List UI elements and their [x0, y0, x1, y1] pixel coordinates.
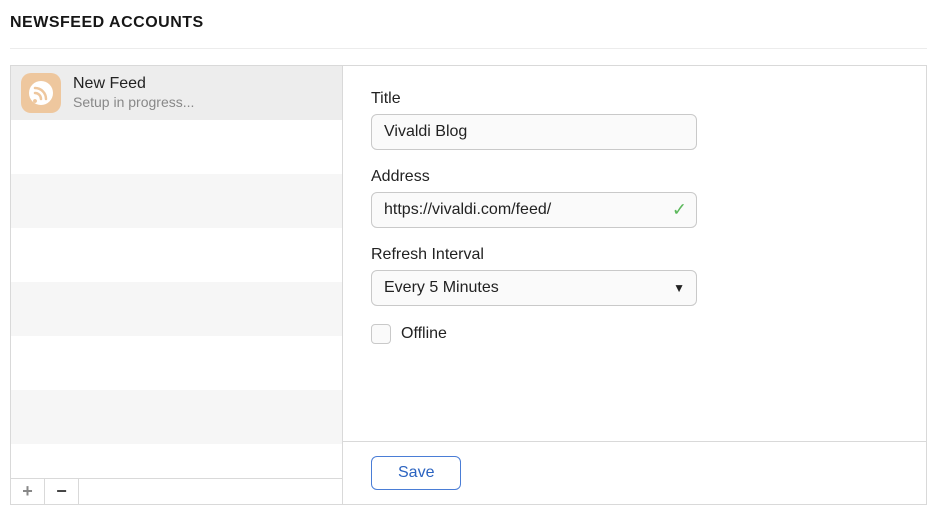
table-row — [11, 282, 342, 336]
address-input[interactable] — [371, 192, 697, 228]
offline-group: Offline — [371, 324, 898, 344]
refresh-select-wrap: Every 5 Minutes ▼ — [371, 270, 697, 306]
feed-item-subtitle: Setup in progress... — [73, 94, 194, 112]
accounts-panel: New Feed Setup in progress... + − Title — [10, 65, 927, 505]
offline-label[interactable]: Offline — [401, 325, 447, 343]
feed-list: New Feed Setup in progress... + − — [11, 66, 343, 504]
table-row — [11, 336, 342, 390]
add-feed-button[interactable]: + — [11, 479, 45, 504]
table-row — [11, 174, 342, 228]
remove-feed-button[interactable]: − — [45, 479, 79, 504]
refresh-label: Refresh Interval — [371, 246, 898, 264]
save-button[interactable]: Save — [371, 456, 461, 490]
refresh-group: Refresh Interval Every 5 Minutes ▼ — [371, 246, 898, 306]
address-input-wrap: ✓ — [371, 192, 697, 228]
table-row — [11, 390, 342, 444]
feed-form: Title Address ✓ Refresh Interval Every 5… — [343, 66, 926, 504]
address-label: Address — [371, 168, 898, 186]
table-row — [11, 120, 342, 174]
section-header: NEWSFEED ACCOUNTS — [10, 10, 927, 49]
rss-icon — [21, 73, 61, 113]
refresh-select[interactable]: Every 5 Minutes — [371, 270, 697, 306]
feed-list-item[interactable]: New Feed Setup in progress... — [11, 66, 342, 120]
table-row — [11, 228, 342, 282]
feed-item-text: New Feed Setup in progress... — [73, 74, 194, 112]
feed-item-title: New Feed — [73, 74, 194, 94]
offline-checkbox[interactable] — [371, 324, 391, 344]
address-group: Address ✓ — [371, 168, 898, 228]
offline-row: Offline — [371, 324, 898, 344]
title-group: Title — [371, 90, 898, 150]
feed-list-body: New Feed Setup in progress... — [11, 66, 342, 478]
form-body: Title Address ✓ Refresh Interval Every 5… — [343, 66, 926, 442]
table-row — [11, 444, 342, 478]
feed-list-toolbar: + − — [11, 478, 342, 504]
form-footer: Save — [343, 442, 926, 504]
title-input[interactable] — [371, 114, 697, 150]
title-label: Title — [371, 90, 898, 108]
